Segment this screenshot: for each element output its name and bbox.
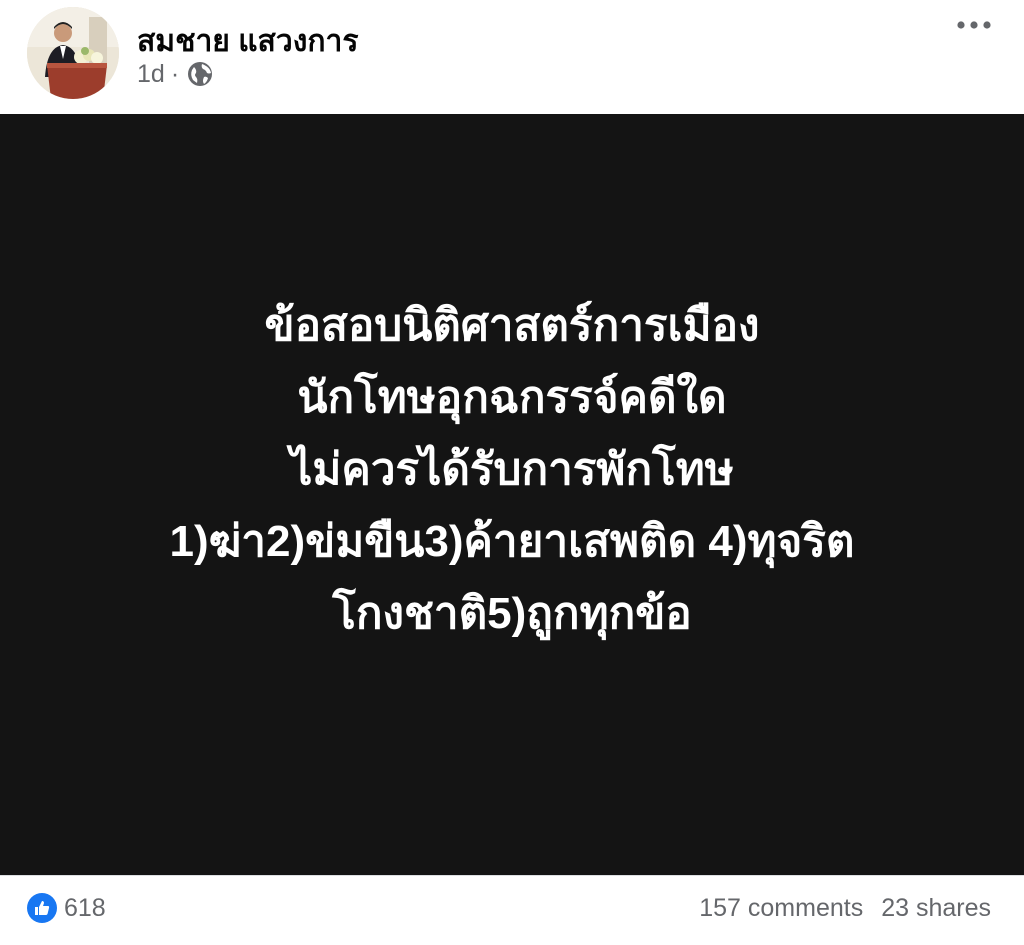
comments-count-link[interactable]: 157 comments [699, 894, 863, 923]
meta-separator: · [170, 59, 180, 88]
image-text-line: โกงชาติ5)ถูกทุกข้อ [332, 589, 692, 638]
facebook-post: สมชาย แสวงการ 1d · ข้อสอบนิติศาสตร์การเม… [0, 0, 1024, 945]
like-icon [27, 893, 57, 923]
engagement-stats: 157 comments 23 shares [699, 894, 991, 923]
post-meta: 1d · [137, 58, 213, 90]
author-avatar[interactable] [27, 7, 119, 99]
post-image[interactable]: ข้อสอบนิติศาสตร์การเมือง นักโทษอุกฉกรรจ์… [0, 114, 1024, 875]
image-text-block: ข้อสอบนิติศาสตร์การเมือง นักโทษอุกฉกรรจ์… [0, 290, 1024, 650]
reactions-summary[interactable]: 618 [27, 893, 106, 923]
image-text-line: ไม่ควรได้รับการพักโทษ [290, 445, 734, 494]
avatar-photo-icon [27, 7, 119, 99]
image-text-line: ข้อสอบนิติศาสตร์การเมือง [264, 301, 760, 350]
post-header: สมชาย แสวงการ 1d · [0, 0, 1024, 114]
reaction-count: 618 [64, 893, 106, 922]
more-dots-icon [957, 21, 991, 29]
post-timestamp[interactable]: 1d [137, 60, 165, 89]
more-options-button[interactable] [948, 8, 1000, 42]
image-text-line: 1)ฆ่า2)ข่มขืน3)ค้ายาเสพติด 4)ทุจริต [169, 517, 855, 566]
shares-count-link[interactable]: 23 shares [881, 894, 991, 923]
post-footer: 618 157 comments 23 shares [0, 875, 1024, 945]
globe-icon[interactable] [187, 61, 213, 87]
image-text-line: นักโทษอุกฉกรรจ์คดีใด [297, 373, 727, 422]
